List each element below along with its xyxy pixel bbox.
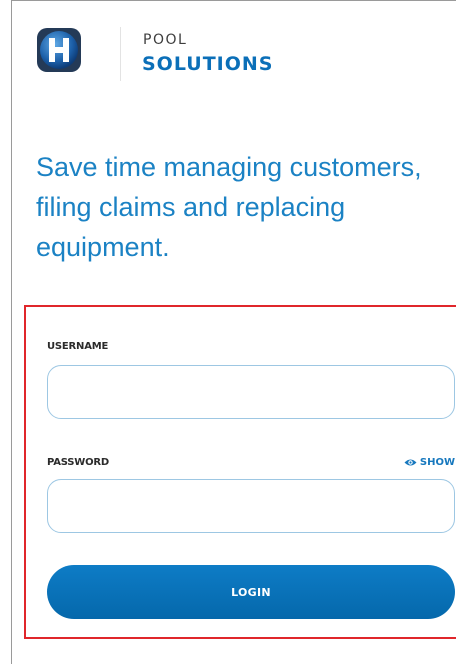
brand-line-2: SOLUTIONS (142, 53, 274, 75)
username-label: USERNAME (47, 341, 109, 352)
password-input[interactable] (47, 479, 455, 533)
login-form: USERNAME PASSWORD SHOW LOGIN (24, 305, 456, 639)
brand-header: H POOL SOLUTIONS (36, 27, 436, 87)
h-logo-icon: H (37, 28, 81, 72)
password-label: PASSWORD (47, 457, 110, 468)
eye-icon (404, 459, 417, 466)
page-frame: H POOL SOLUTIONS Save time managing cust… (11, 0, 456, 664)
username-input[interactable] (47, 365, 455, 419)
page-headline: Save time managing customers, filing cla… (36, 152, 422, 262)
logo-divider (120, 27, 121, 81)
login-button[interactable]: LOGIN (47, 565, 455, 619)
show-password-toggle[interactable]: SHOW (404, 457, 455, 468)
show-password-label: SHOW (419, 457, 455, 468)
brand-line-1: POOL (143, 32, 188, 48)
